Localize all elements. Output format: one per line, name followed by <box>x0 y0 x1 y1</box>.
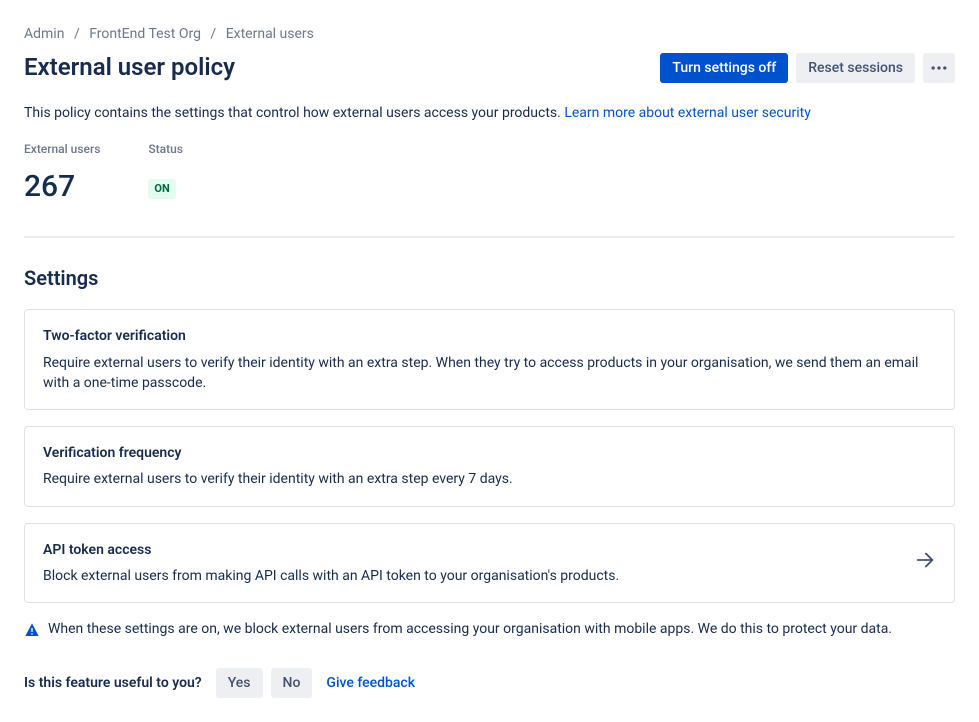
breadcrumb-separator: / <box>210 26 216 42</box>
card-title: Two-factor verification <box>43 326 936 346</box>
intro-text: This policy contains the settings that c… <box>24 103 955 123</box>
stat-label-external-users: External users <box>24 141 100 158</box>
feedback-prompt: Is this feature useful to you? <box>24 673 202 693</box>
settings-heading: Settings <box>24 264 955 293</box>
stats-row: External users 267 Status ON <box>24 141 955 208</box>
breadcrumb-item-org[interactable]: FrontEnd Test Org <box>89 26 201 42</box>
page-header: External user policy Turn settings off R… <box>24 50 955 85</box>
stat-external-users: External users 267 <box>24 141 100 208</box>
feedback-row: Is this feature useful to you? Yes No Gi… <box>24 668 955 698</box>
settings-card: Verification frequency Require external u… <box>24 426 955 507</box>
page-title: External user policy <box>24 50 235 85</box>
learn-more-link[interactable]: Learn more about external user security <box>564 105 811 121</box>
header-actions: Turn settings off Reset sessions <box>660 53 955 83</box>
status-badge: ON <box>148 179 175 199</box>
info-text: When these settings are on, we block ext… <box>48 619 892 639</box>
feedback-no-button[interactable]: No <box>271 668 313 698</box>
more-horizontal-icon <box>929 58 949 78</box>
card-description: Block external users from making API cal… <box>43 566 896 586</box>
card-description: Require external users to verify their i… <box>43 353 936 394</box>
breadcrumb-item-admin[interactable]: Admin <box>24 26 64 42</box>
stat-value-external-users: 267 <box>24 165 100 209</box>
turn-settings-off-button[interactable]: Turn settings off <box>660 53 788 83</box>
breadcrumb: Admin / FrontEnd Test Org / External use… <box>24 24 955 44</box>
reset-sessions-button[interactable]: Reset sessions <box>796 53 915 83</box>
more-actions-button[interactable] <box>923 53 955 83</box>
stat-label-status: Status <box>148 141 183 158</box>
feedback-yes-button[interactable]: Yes <box>216 668 263 698</box>
divider <box>24 236 955 238</box>
warning-icon <box>24 622 40 638</box>
card-description: Require external users to verify their i… <box>43 469 936 489</box>
card-title: API token access <box>43 540 896 560</box>
breadcrumb-item-external-users[interactable]: External users <box>226 26 314 42</box>
intro-description: This policy contains the settings that c… <box>24 105 564 121</box>
card-title: Verification frequency <box>43 443 936 463</box>
breadcrumb-separator: / <box>74 26 80 42</box>
settings-card[interactable]: API token access Block external users fro… <box>24 523 955 604</box>
settings-card: Two-factor verification Require external … <box>24 309 955 410</box>
give-feedback-link[interactable]: Give feedback <box>326 673 415 693</box>
arrow-right-icon <box>914 549 936 577</box>
feedback-buttons: Yes No <box>216 668 313 698</box>
stat-status: Status ON <box>148 141 183 208</box>
info-message: When these settings are on, we block ext… <box>24 619 955 639</box>
